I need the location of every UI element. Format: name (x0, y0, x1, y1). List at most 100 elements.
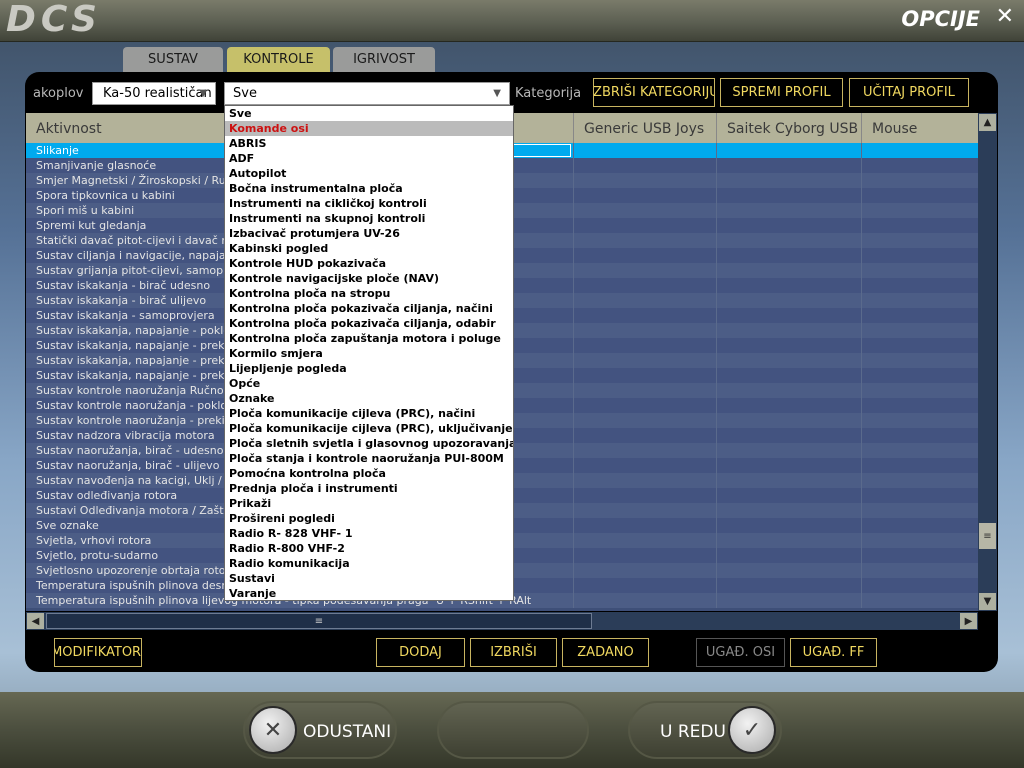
binding-cell[interactable] (716, 218, 861, 233)
scroll-up-icon[interactable]: ▲ (979, 114, 996, 131)
dropdown-option[interactable]: Ploča sletnih svjetla i glasovnog upozor… (225, 436, 513, 451)
binding-cell[interactable] (861, 158, 978, 173)
binding-cell[interactable] (861, 488, 978, 503)
binding-cell[interactable] (573, 473, 716, 488)
dropdown-option[interactable]: Kontrole HUD pokazivača (225, 256, 513, 271)
binding-cell[interactable] (861, 308, 978, 323)
binding-cell[interactable] (861, 323, 978, 338)
binding-cell[interactable] (573, 323, 716, 338)
scroll-thumb-horizontal[interactable]: ≡ (46, 613, 592, 629)
binding-cell[interactable] (716, 443, 861, 458)
binding-cell[interactable] (573, 158, 716, 173)
add-button[interactable]: DODAJ (376, 638, 465, 667)
dropdown-option[interactable]: Radio R-800 VHF-2 (225, 541, 513, 556)
binding-cell[interactable] (861, 563, 978, 578)
dropdown-option[interactable]: Prikaži (225, 496, 513, 511)
dropdown-option[interactable]: Pomoćna kontrolna ploča (225, 466, 513, 481)
binding-cell[interactable] (573, 428, 716, 443)
binding-cell[interactable] (861, 503, 978, 518)
binding-cell[interactable] (716, 263, 861, 278)
binding-cell[interactable] (716, 338, 861, 353)
binding-cell[interactable] (861, 248, 978, 263)
binding-cell[interactable] (716, 518, 861, 533)
dropdown-option[interactable]: Oznake (225, 391, 513, 406)
binding-cell[interactable] (861, 278, 978, 293)
binding-cell[interactable] (861, 353, 978, 368)
binding-cell[interactable] (716, 143, 861, 158)
dropdown-option[interactable]: Varanje (225, 586, 513, 600)
binding-cell[interactable] (861, 593, 978, 608)
binding-cell[interactable] (861, 578, 978, 593)
binding-cell[interactable] (716, 578, 861, 593)
dropdown-option[interactable]: Ploča komunikacije cijleva (PRC), uključ… (225, 421, 513, 436)
column-header-generic-joystick[interactable]: Generic USB Joys (573, 113, 716, 143)
binding-cell[interactable] (861, 173, 978, 188)
binding-cell[interactable] (573, 488, 716, 503)
dropdown-option[interactable]: Kontrolna ploča zapuštanja motora i polu… (225, 331, 513, 346)
binding-cell[interactable] (573, 218, 716, 233)
binding-cell[interactable] (573, 533, 716, 548)
dropdown-option[interactable]: Autopilot (225, 166, 513, 181)
binding-cell[interactable] (716, 323, 861, 338)
binding-cell[interactable] (573, 368, 716, 383)
axis-tune-button[interactable]: UGAĐ. OSI (696, 638, 785, 667)
dropdown-option[interactable]: ABRIS (225, 136, 513, 151)
ok-button[interactable]: U REDU ✓ (628, 701, 782, 759)
binding-cell[interactable] (861, 548, 978, 563)
binding-cell[interactable] (573, 308, 716, 323)
dropdown-option[interactable]: Instrumenti na cikličkoj kontroli (225, 196, 513, 211)
dropdown-option[interactable]: Lijepljenje pogleda (225, 361, 513, 376)
binding-cell[interactable] (861, 383, 978, 398)
dropdown-option[interactable]: Kontrolna ploča pokazivača ciljanja, oda… (225, 316, 513, 331)
binding-cell[interactable] (573, 338, 716, 353)
delete-category-button[interactable]: IZBRIŠI KATEGORIJU (593, 78, 715, 107)
scroll-right-icon[interactable]: ▶ (960, 613, 977, 629)
column-header-saitek[interactable]: Saitek Cyborg USB (716, 113, 861, 143)
scroll-down-icon[interactable]: ▼ (979, 593, 996, 610)
binding-cell[interactable] (861, 398, 978, 413)
binding-cell[interactable] (716, 398, 861, 413)
binding-cell[interactable] (573, 503, 716, 518)
binding-cell[interactable] (716, 233, 861, 248)
binding-cell[interactable] (861, 218, 978, 233)
binding-cell[interactable] (573, 443, 716, 458)
binding-cell[interactable] (573, 263, 716, 278)
dropdown-option[interactable]: Komande osi (225, 121, 513, 136)
binding-cell[interactable] (716, 413, 861, 428)
binding-cell[interactable] (716, 248, 861, 263)
binding-cell[interactable] (716, 158, 861, 173)
category-select[interactable]: Sve ▼ (224, 82, 510, 105)
binding-cell[interactable] (573, 293, 716, 308)
modifiers-button[interactable]: MODIFIKATORI (54, 638, 142, 667)
dropdown-option[interactable]: Radio R- 828 VHF- 1 (225, 526, 513, 541)
load-profile-button[interactable]: UČITAJ PROFIL (849, 78, 969, 107)
binding-cell[interactable] (716, 428, 861, 443)
binding-cell[interactable] (573, 143, 716, 158)
tab-igrivost[interactable]: IGRIVOST (333, 47, 435, 72)
binding-cell[interactable] (861, 518, 978, 533)
close-icon[interactable]: ✕ (996, 4, 1014, 29)
cancel-button[interactable]: ✕ ODUSTANI (243, 701, 397, 759)
binding-cell[interactable] (861, 458, 978, 473)
aircraft-select[interactable]: Ka-50 realističan ▼ (92, 82, 216, 105)
dropdown-option[interactable]: Bočna instrumentalna ploča (225, 181, 513, 196)
binding-cell[interactable] (573, 563, 716, 578)
remove-button[interactable]: IZBRIŠI (470, 638, 557, 667)
binding-cell[interactable] (573, 383, 716, 398)
binding-cell[interactable] (716, 458, 861, 473)
binding-cell[interactable] (716, 533, 861, 548)
binding-cell[interactable] (861, 443, 978, 458)
binding-cell[interactable] (861, 413, 978, 428)
column-header-mouse[interactable]: Mouse (861, 113, 978, 143)
tab-kontrole[interactable]: KONTROLE (227, 47, 330, 72)
binding-cell[interactable] (716, 173, 861, 188)
dropdown-option[interactable]: Ploča komunikacije cijleva (PRC), načini (225, 406, 513, 421)
binding-cell[interactable] (861, 203, 978, 218)
binding-cell[interactable] (861, 428, 978, 443)
dropdown-option[interactable]: Kontrole navigacijske ploče (NAV) (225, 271, 513, 286)
ff-tune-button[interactable]: UGAĐ. FF (790, 638, 877, 667)
binding-cell[interactable] (573, 578, 716, 593)
binding-cell[interactable] (716, 203, 861, 218)
binding-cell[interactable] (861, 233, 978, 248)
dropdown-option[interactable]: Opće (225, 376, 513, 391)
